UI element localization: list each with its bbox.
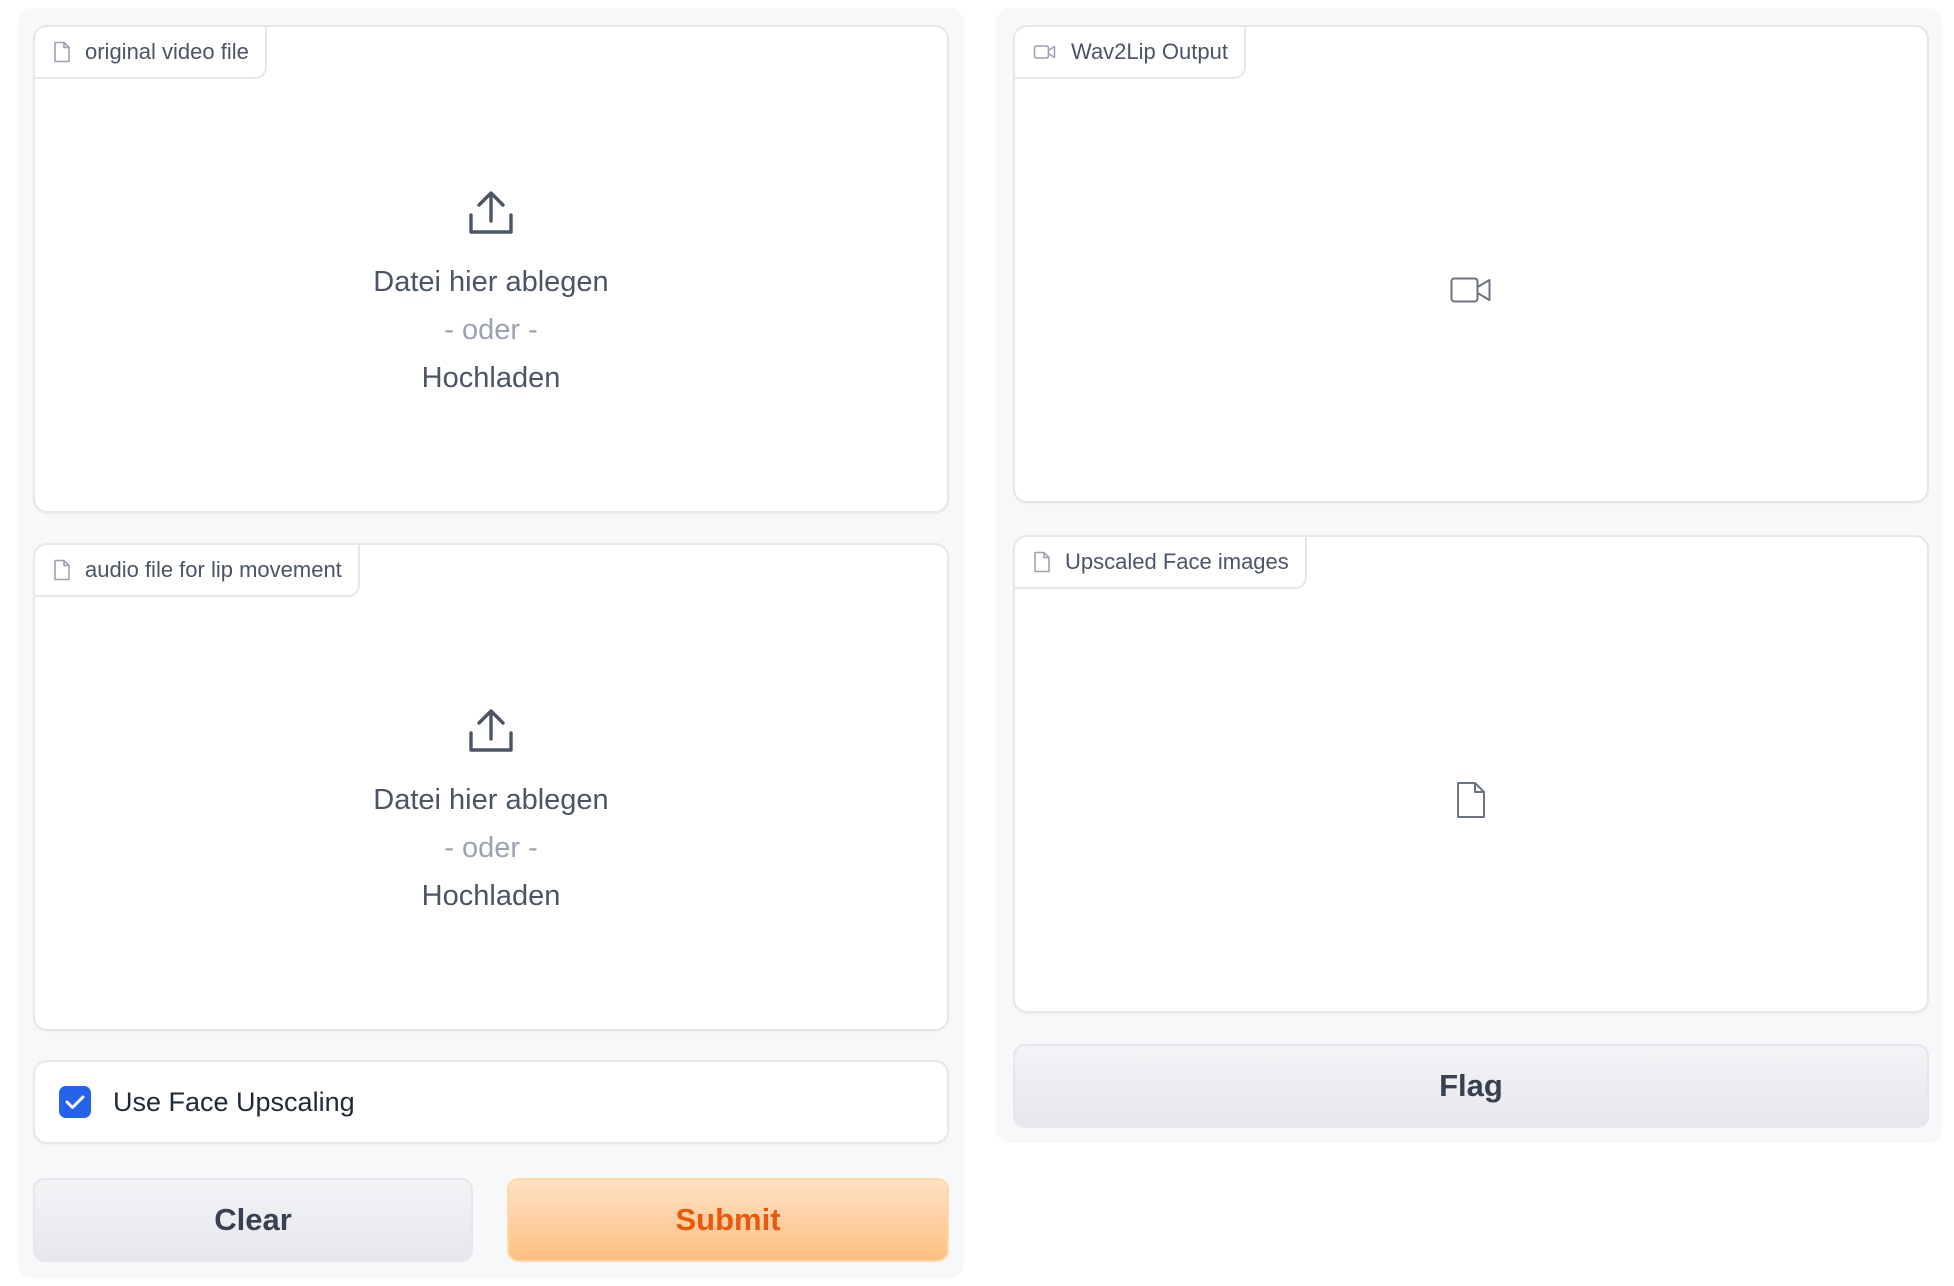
file-icon [1457, 782, 1485, 818]
video-upload-block: original video file Datei hier ablegen -… [33, 25, 949, 513]
clear-button[interactable]: Clear [33, 1178, 473, 1262]
audio-upload-label: audio file for lip movement [35, 545, 360, 597]
or-text: - oder - [444, 832, 538, 864]
output-panel: Wav2Lip Output Upscaled Face images Flag [996, 8, 1942, 1143]
checkmark-icon [65, 1095, 85, 1109]
submit-button[interactable]: Submit [507, 1178, 949, 1262]
upload-icon [469, 709, 513, 752]
file-icon [1034, 551, 1050, 573]
video-output-block: Wav2Lip Output [1013, 25, 1929, 503]
face-images-label: Upscaled Face images [1015, 537, 1307, 589]
or-text: - oder - [444, 314, 538, 346]
video-camera-icon [1033, 45, 1056, 59]
upload-link[interactable]: Hochladen [422, 354, 561, 402]
video-output-empty [1015, 79, 1927, 501]
face-images-output-block: Upscaled Face images [1013, 535, 1929, 1013]
drop-text: Datei hier ablegen [373, 784, 609, 816]
video-drop-zone[interactable]: Datei hier ablegen - oder - Hochladen [35, 79, 947, 511]
audio-drop-zone[interactable]: Datei hier ablegen - oder - Hochladen [35, 597, 947, 1029]
face-upscaling-checkbox[interactable] [59, 1086, 91, 1118]
video-output-label: Wav2Lip Output [1015, 27, 1246, 79]
face-images-empty [1015, 589, 1927, 1011]
video-camera-icon [1450, 277, 1491, 303]
input-panel: original video file Datei hier ablegen -… [18, 8, 964, 1278]
face-upscaling-label: Use Face Upscaling [113, 1086, 355, 1117]
file-icon [54, 559, 70, 581]
face-upscaling-option[interactable]: Use Face Upscaling [35, 1062, 355, 1142]
video-upload-label: original video file [35, 27, 267, 79]
audio-upload-block: audio file for lip movement Datei hier a… [33, 543, 949, 1031]
upload-icon [469, 191, 513, 234]
face-images-label-text: Upscaled Face images [1065, 549, 1289, 574]
file-icon [54, 41, 70, 63]
audio-upload-label-text: audio file for lip movement [85, 557, 342, 582]
video-output-label-text: Wav2Lip Output [1071, 39, 1228, 64]
face-upscaling-block: Use Face Upscaling [33, 1060, 949, 1144]
drop-text: Datei hier ablegen [373, 266, 609, 298]
upload-link[interactable]: Hochladen [422, 872, 561, 920]
video-upload-label-text: original video file [85, 39, 249, 64]
flag-button[interactable]: Flag [1013, 1044, 1929, 1128]
